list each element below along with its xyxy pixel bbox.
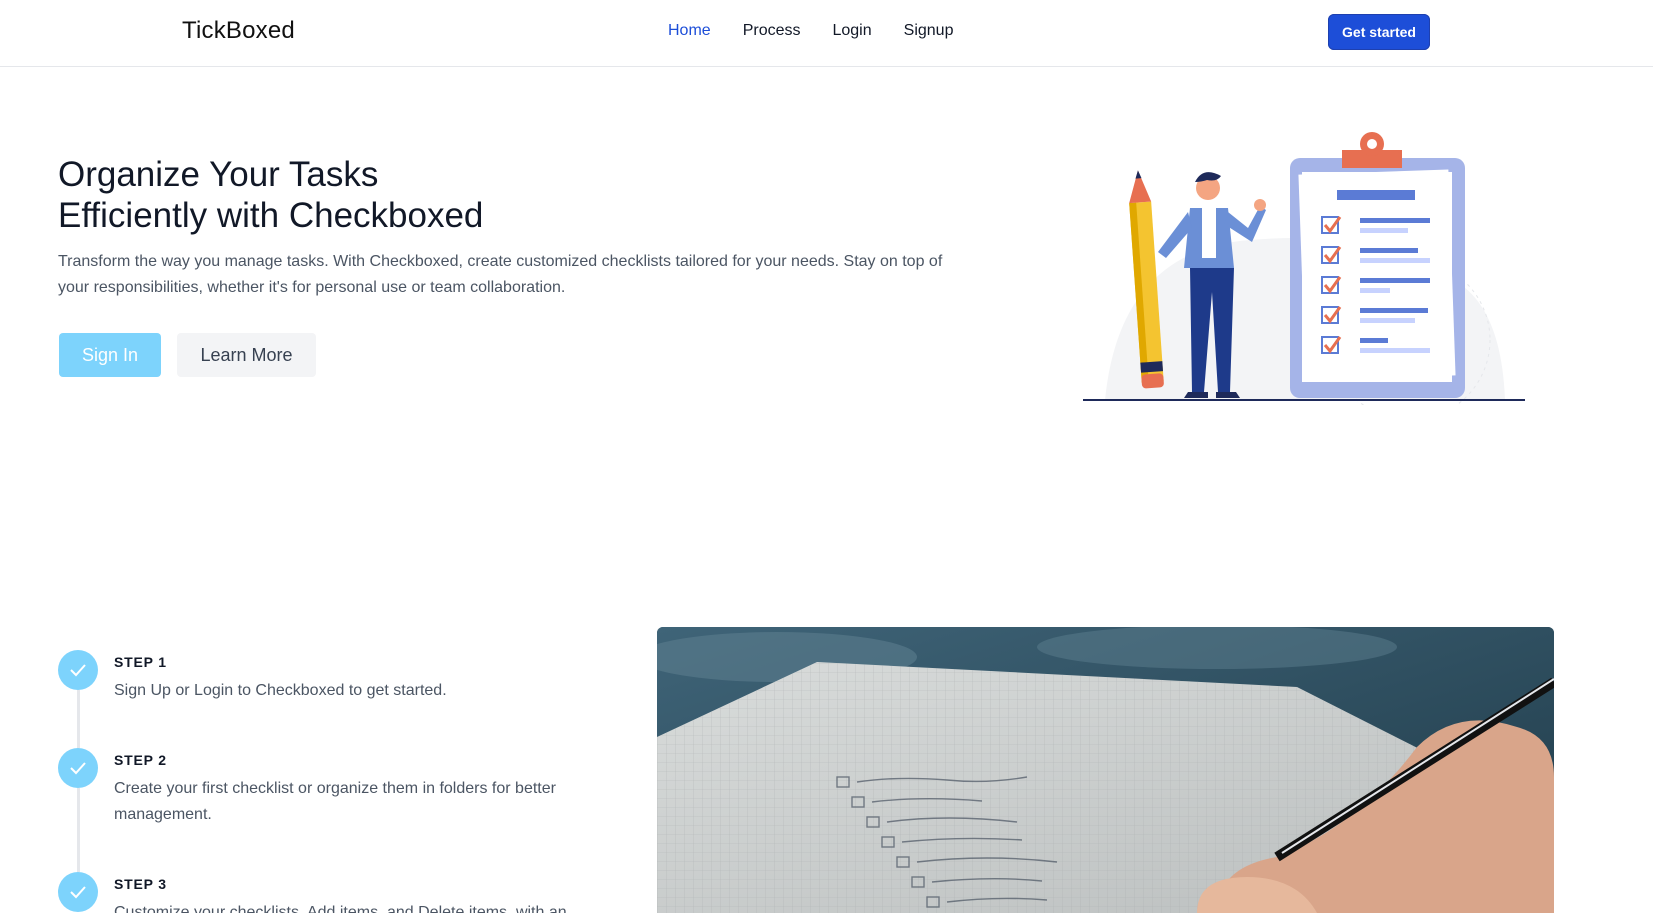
- check-icon: [58, 748, 98, 788]
- step-label: STEP 3: [114, 876, 167, 892]
- nav-process-link[interactable]: Process: [743, 22, 801, 40]
- notebook-checklist-photo: [657, 627, 1554, 913]
- get-started-button[interactable]: Get started: [1328, 14, 1430, 50]
- learn-more-button[interactable]: Learn More: [177, 333, 316, 377]
- check-icon: [58, 650, 98, 690]
- check-icon: [58, 872, 98, 912]
- step-connector: [77, 788, 80, 872]
- step-text: Customize your checklists. Add items, an…: [114, 904, 567, 913]
- step-label: STEP 2: [114, 752, 167, 768]
- sign-in-button[interactable]: Sign In: [59, 333, 161, 377]
- hero-title-line-1: Organize Your Tasks: [58, 155, 379, 194]
- site-header: TickBoxed Home Process Login Signup Get …: [0, 0, 1653, 67]
- step-connector: [77, 690, 80, 748]
- main-nav: Home Process Login Signup: [668, 22, 985, 40]
- nav-signup-link[interactable]: Signup: [904, 22, 954, 40]
- step-text: Sign Up or Login to Checkboxed to get st…: [114, 682, 447, 699]
- nav-login-link[interactable]: Login: [832, 22, 871, 40]
- hero-title: Organize Your Tasks Efficiently with Che…: [58, 154, 658, 236]
- hero-title-line-2: Efficiently with Checkboxed: [58, 196, 484, 235]
- hero-description: Transform the way you manage tasks. With…: [58, 253, 943, 296]
- checklist-clipboard-illustration: [1083, 132, 1525, 405]
- brand-logo[interactable]: TickBoxed: [182, 17, 295, 45]
- nav-home-link[interactable]: Home: [668, 22, 711, 40]
- step-text: Create your first checklist or organize …: [114, 780, 556, 823]
- step-label: STEP 1: [114, 654, 167, 670]
